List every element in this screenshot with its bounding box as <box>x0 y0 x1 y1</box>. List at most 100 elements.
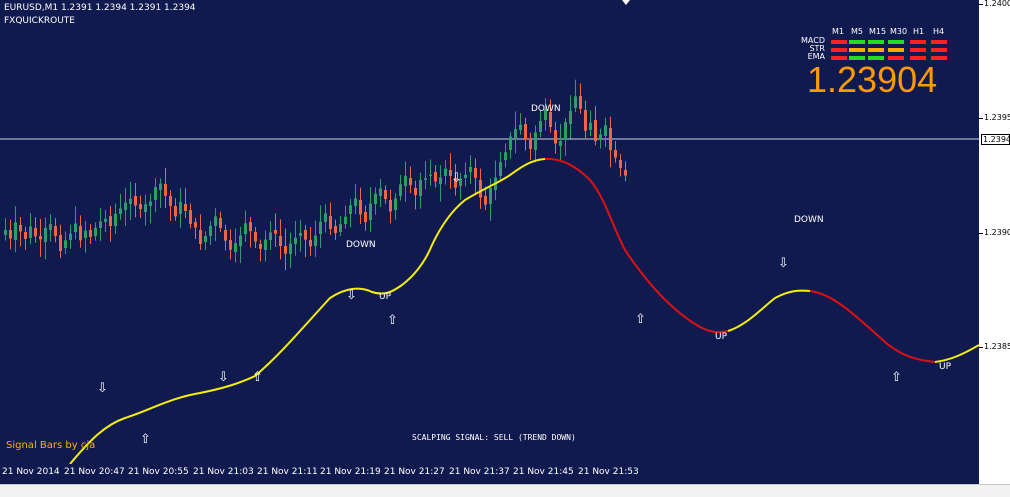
time-label: 21 Nov 21:45 <box>513 467 574 477</box>
candle-body <box>604 125 607 136</box>
candle-body <box>419 179 422 196</box>
candle-body <box>209 225 212 236</box>
candle-body <box>179 201 182 214</box>
candle-body <box>519 124 522 130</box>
time-label: 21 Nov 20:47 <box>64 467 125 477</box>
candle-body <box>344 216 347 224</box>
candle-body <box>104 218 107 222</box>
time-label: 21 Nov 21:03 <box>193 467 254 477</box>
candle-body <box>569 110 572 124</box>
candle-body <box>4 229 7 235</box>
current-price-marker: 1.2394 <box>981 134 1010 145</box>
candle-body <box>299 232 302 236</box>
tf-header-m1: M1 <box>832 27 844 36</box>
candle-body <box>499 162 502 176</box>
down-arrow-icon: ⇩ <box>346 288 357 303</box>
indicator-name: FXQUICKROUTE <box>4 16 75 26</box>
down-arrow-icon: ⇩ <box>778 256 789 271</box>
candle-body <box>14 222 17 240</box>
candle-body <box>114 213 117 226</box>
candle-body <box>379 188 382 196</box>
price-tick <box>979 4 983 5</box>
candle-body <box>264 239 267 250</box>
candle-body <box>374 193 377 204</box>
trend-line-up <box>727 289 811 332</box>
candle-body <box>229 240 232 250</box>
candle-body <box>589 122 592 130</box>
up-label: UP <box>939 362 952 372</box>
price-axis[interactable]: 1.2400 1.2395 1.2390 1.2385 <box>979 0 1010 464</box>
candle-body <box>394 198 397 210</box>
candle-body <box>574 96 577 108</box>
chart-area[interactable]: EURUSD,M1 1.2391 1.2394 1.2391 1.2394 FX… <box>0 0 980 464</box>
time-label: 21 Nov 2014 <box>2 467 60 477</box>
candle-body <box>89 230 92 237</box>
candle-body <box>239 235 242 246</box>
candle-body <box>274 230 277 234</box>
status-cell <box>931 40 947 44</box>
candle-body <box>559 141 562 146</box>
signal-bars-label: Signal Bars by cja <box>6 440 96 451</box>
candle-body <box>269 232 272 240</box>
up-label: UP <box>715 332 728 342</box>
candle-body <box>479 180 482 198</box>
candle-body <box>199 230 202 244</box>
candle-body <box>34 228 37 237</box>
time-label: 21 Nov 21:11 <box>257 467 318 477</box>
price-label: 1.2395 <box>984 113 1010 122</box>
status-cell <box>888 40 904 44</box>
candle-body <box>319 221 322 234</box>
up-arrow-icon: ⇧ <box>891 370 902 385</box>
candle-body <box>54 226 57 237</box>
candle-body <box>184 204 187 211</box>
candle-body <box>159 183 162 190</box>
candle-body <box>169 196 172 206</box>
candle-body <box>509 136 512 150</box>
candle-body <box>134 196 137 206</box>
candle-body <box>409 178 412 186</box>
candle-body <box>484 196 487 205</box>
candle-body <box>309 240 312 247</box>
candle-body <box>354 198 357 206</box>
candle-body <box>244 223 247 234</box>
time-label: 21 Nov 21:27 <box>384 467 445 477</box>
candle-body <box>234 243 237 252</box>
candle-body <box>424 178 427 180</box>
down-label: DOWN <box>794 215 824 225</box>
status-cell <box>931 48 947 52</box>
candle-body <box>29 226 32 238</box>
candle-body <box>384 190 387 199</box>
trend-line-down <box>544 157 729 334</box>
candle-body <box>19 225 22 232</box>
candle-body <box>444 168 447 176</box>
tf-header-m15: M15 <box>869 27 887 36</box>
up-arrow-icon: ⇧ <box>387 313 398 328</box>
candle-body <box>549 112 552 128</box>
candle-body <box>69 233 72 240</box>
price-label: 1.2385 <box>984 342 1010 351</box>
candle-body <box>44 227 47 242</box>
candle-body <box>94 227 97 236</box>
chart-shift-marker[interactable] <box>622 0 630 5</box>
candle-body <box>194 222 197 228</box>
scalping-signal-text: SCALPING SIGNAL: SELL (TREND DOWN) <box>412 433 576 442</box>
candle-body <box>429 174 432 176</box>
tf-header-m30: M30 <box>890 27 908 36</box>
down-arrow-icon: ⇩ <box>97 381 108 396</box>
price-tick <box>979 347 983 348</box>
candle-body <box>24 232 27 239</box>
candle-body <box>599 134 602 140</box>
time-label: 21 Nov 21:53 <box>578 467 639 477</box>
candle-body <box>64 240 67 248</box>
status-cell <box>888 48 904 52</box>
candle-body <box>474 168 477 178</box>
candle-body <box>164 184 167 196</box>
up-label: UP <box>379 292 392 302</box>
status-cell <box>831 48 847 52</box>
status-cell <box>849 48 865 52</box>
price-tick <box>979 118 983 119</box>
candle-body <box>119 208 122 214</box>
status-cell <box>910 48 926 52</box>
candle-body <box>534 132 537 150</box>
candle-body <box>364 212 367 222</box>
